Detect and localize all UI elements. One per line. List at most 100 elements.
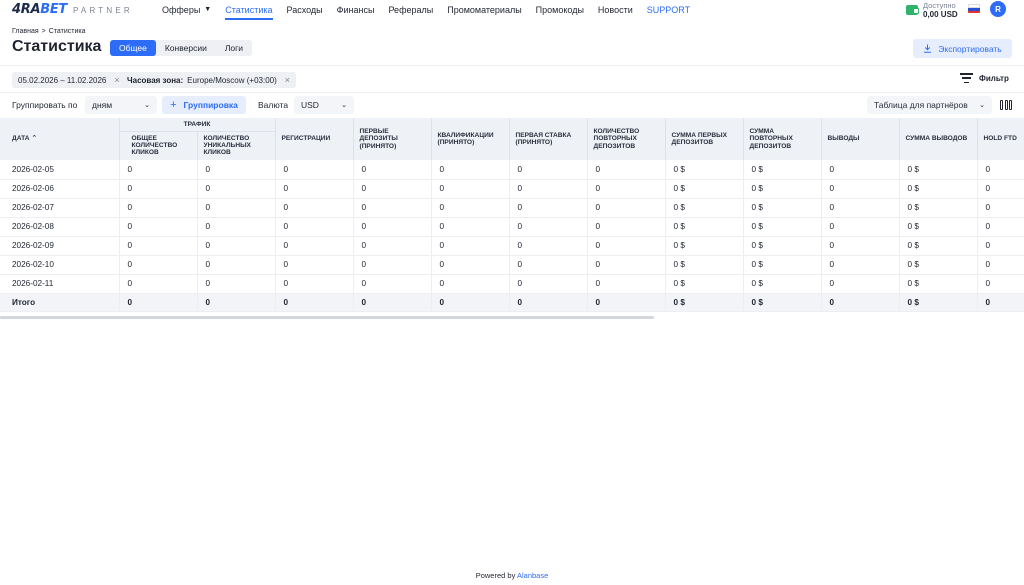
nav-item-promo-materials[interactable]: Промоматериалы [440, 0, 528, 20]
nav-item-promocodes[interactable]: Промокоды [529, 0, 591, 20]
table-cell: 0 $ [665, 198, 744, 218]
column-header[interactable]: Hold FTD [977, 118, 1024, 160]
filter-icon [960, 73, 973, 83]
columns-settings-icon[interactable] [1000, 100, 1012, 110]
table-cell: 0 [977, 179, 1024, 199]
table-cell: 0 [119, 198, 198, 218]
table-row: 2026-02-07 0 0 0 0 0 0 0 0 $0 $0 0 $0 [0, 198, 1024, 218]
column-header[interactable]: Количество повторных депозитов [587, 118, 666, 160]
column-header-date[interactable]: Дата ⌃ [0, 118, 120, 160]
table-cell: 0 [197, 217, 276, 237]
total-cell: 0 [275, 293, 354, 312]
main-nav: Офферы ▼ Статистика Расходы Финансы Рефер… [155, 0, 697, 20]
table-cell: 0 $ [899, 179, 978, 199]
table-cell: 0 [587, 255, 666, 275]
column-header[interactable]: Первые депозиты (принято) [353, 118, 432, 160]
table-cell: 0 [509, 236, 588, 256]
column-header[interactable]: Регистрации [275, 118, 354, 160]
close-icon[interactable]: × [114, 75, 119, 85]
column-header[interactable]: Сумма повторных депозитов [743, 118, 822, 160]
table-cell: 0 $ [665, 160, 744, 180]
table-cell: 0 [509, 274, 588, 294]
table-row: 2026-02-11 0 0 0 0 0 0 0 0 $0 $0 0 $0 [0, 274, 1024, 294]
column-header[interactable]: Сумма выводов [899, 118, 978, 160]
table-cell: 0 $ [665, 179, 744, 199]
table-cell: 0 [977, 255, 1024, 275]
footer-brand-link[interactable]: Alanbase [517, 571, 548, 580]
table-cell: 0 $ [743, 198, 822, 218]
table-cell: 0 [353, 160, 432, 180]
column-header[interactable]: Квалификации (принято) [431, 118, 510, 160]
page-title: Статистика [12, 38, 102, 55]
nav-item-finances[interactable]: Финансы [330, 0, 382, 20]
total-cell: 0 [353, 293, 432, 312]
column-header[interactable]: Выводы [821, 118, 900, 160]
currency-label: Валюта [258, 100, 289, 110]
timezone-chip[interactable]: Часовая зона: Europe/Moscow (+03:00) × [121, 72, 297, 88]
tab-conversions[interactable]: Конверсии [156, 40, 216, 56]
table-cell: 0 [587, 217, 666, 237]
table-cell: 0 [353, 198, 432, 218]
nav-item-offers[interactable]: Офферы ▼ [155, 0, 218, 20]
total-label: Итого [0, 293, 120, 312]
brand-logo[interactable]: 4RABET PARTNER [12, 2, 133, 17]
currency-select[interactable]: USD ⌄ [294, 96, 354, 114]
tab-logs[interactable]: Логи [216, 40, 252, 56]
table-cell: 0 [587, 236, 666, 256]
total-cell: 0 [509, 293, 588, 312]
column-header[interactable]: Сумма первых депозитов [665, 118, 744, 160]
tab-general[interactable]: Общее [110, 40, 156, 56]
table-cell-date: 2026-02-07 [0, 198, 120, 218]
table-cell: 0 [977, 274, 1024, 294]
table-cell: 0 [587, 179, 666, 199]
table-total-row: Итого 0 0 0 0 0 0 0 0 $0 $0 0 $0 [0, 293, 1024, 312]
breadcrumb-home[interactable]: Главная [12, 28, 39, 35]
date-range-chip[interactable]: 05.02.2026 – 11.02.2026 × [12, 72, 126, 88]
table-cell: 0 [275, 160, 354, 180]
table-cell: 0 [119, 236, 198, 256]
table-cell: 0 [587, 274, 666, 294]
nav-item-support[interactable]: SUPPORT [640, 0, 697, 20]
chevron-down-icon: ⌄ [144, 102, 150, 109]
table-row: 2026-02-09 0 0 0 0 0 0 0 0 $0 $0 0 $0 [0, 236, 1024, 256]
nav-item-statistics[interactable]: Статистика [218, 0, 279, 20]
avatar[interactable]: R [990, 1, 1006, 17]
column-header[interactable]: Первая ставка (принято) [509, 118, 588, 160]
column-header[interactable]: Общее количество кликов [119, 131, 198, 160]
table-cell: 0 $ [899, 160, 978, 180]
timezone-value: Europe/Moscow (+03:00) [187, 75, 277, 85]
balance-widget[interactable]: Доступно 0,00 USD [906, 1, 958, 19]
total-cell: 0 [431, 293, 510, 312]
filter-button[interactable]: Фильтр [960, 73, 1009, 83]
table-cell: 0 [587, 160, 666, 180]
logo-text: 4RABET [12, 2, 67, 17]
nav-item-expenses[interactable]: Расходы [280, 0, 330, 20]
horizontal-scrollbar[interactable] [0, 316, 654, 319]
table-cell: 0 $ [899, 274, 978, 294]
table-cell: 0 $ [743, 274, 822, 294]
table-cell: 0 [119, 274, 198, 294]
table-cell-date: 2026-02-06 [0, 179, 120, 199]
plus-icon: + [170, 99, 177, 111]
column-header[interactable]: Количество уникальных кликов [197, 131, 276, 160]
total-cell: 0 $ [743, 293, 822, 312]
table-cell: 0 $ [743, 179, 822, 199]
chevron-down-icon: ▼ [204, 6, 212, 13]
nav-item-referrals[interactable]: Рефералы [381, 0, 440, 20]
table-cell: 0 [509, 198, 588, 218]
balance-label: Доступно [923, 1, 956, 10]
table-cell: 0 [275, 198, 354, 218]
table-cell: 0 [821, 198, 900, 218]
export-button[interactable]: Экспортировать [913, 39, 1012, 58]
nav-item-news[interactable]: Новости [591, 0, 640, 20]
table-cell: 0 [119, 160, 198, 180]
language-flag-icon[interactable] [968, 4, 980, 13]
table-cell-date: 2026-02-08 [0, 217, 120, 237]
table-cell-date: 2026-02-10 [0, 255, 120, 275]
table-view-select[interactable]: Таблица для партнёров ⌄ [867, 96, 992, 114]
group-by-select[interactable]: дням ⌄ [85, 96, 157, 114]
grouping-button[interactable]: + Группировка [162, 96, 246, 114]
chevron-down-icon: ⌄ [979, 102, 985, 109]
close-icon[interactable]: × [285, 75, 290, 85]
table-cell: 0 [977, 160, 1024, 180]
